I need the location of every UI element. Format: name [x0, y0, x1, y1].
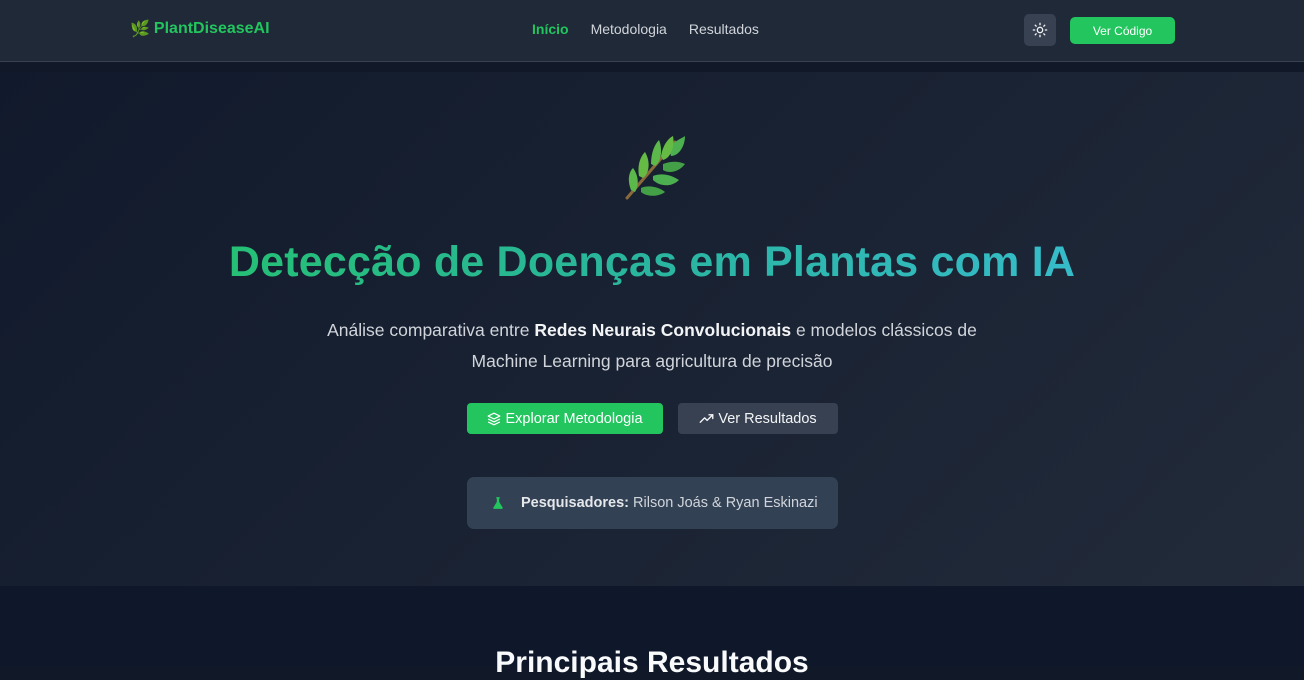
layers-icon: [488, 412, 501, 425]
nav-item-metodologia[interactable]: Metodologia: [591, 21, 667, 37]
researchers-text: Pesquisadores: Rilson Joás & Ryan Eskina…: [521, 495, 818, 511]
explore-methodology-label: Explorar Metodologia: [505, 410, 643, 427]
brand-logo[interactable]: 🌿 PlantDiseaseAI: [130, 19, 270, 39]
results-title: Principais Resultados: [495, 646, 809, 679]
navbar: 🌿 PlantDiseaseAI Início Metodologia Resu…: [0, 0, 1304, 62]
nav-item-resultados[interactable]: Resultados: [689, 21, 759, 37]
researchers-card: Pesquisadores: Rilson Joás & Ryan Eskina…: [467, 477, 838, 529]
nav-links: Início Metodologia Resultados: [532, 21, 759, 37]
explore-methodology-button[interactable]: Explorar Metodologia: [467, 403, 663, 434]
researchers-label: Pesquisadores:: [521, 495, 629, 511]
hero-section: Detecção de Doenças em Plantas com IA An…: [0, 72, 1304, 586]
trending-up-icon: [699, 414, 714, 423]
researchers-names: Rilson Joás & Ryan Eskinazi: [633, 495, 818, 511]
hero-leaf-icon: [0, 134, 1304, 209]
nav-item-inicio[interactable]: Início: [532, 21, 569, 37]
view-results-label: Ver Resultados: [718, 410, 817, 427]
leaf-icon: 🌿: [130, 21, 150, 38]
leaf-icon: [625, 136, 685, 200]
hero-subtitle-bold: Redes Neurais Convolucionais: [534, 320, 792, 340]
theme-toggle-button[interactable]: [1024, 14, 1056, 46]
flask-icon: [493, 497, 503, 509]
hero-subtitle-pre: Análise comparativa entre: [327, 320, 535, 340]
hero-title: Detecção de Doenças em Plantas com IA: [0, 238, 1304, 287]
brand-name: PlantDiseaseAI: [153, 20, 270, 37]
hero-subtitle: Análise comparativa entre Redes Neurais …: [300, 315, 1004, 377]
view-code-button[interactable]: Ver Código: [1070, 17, 1175, 44]
view-results-button[interactable]: Ver Resultados: [678, 403, 838, 434]
results-section: Principais Resultados: [0, 586, 1304, 679]
sun-icon: [1032, 22, 1048, 38]
